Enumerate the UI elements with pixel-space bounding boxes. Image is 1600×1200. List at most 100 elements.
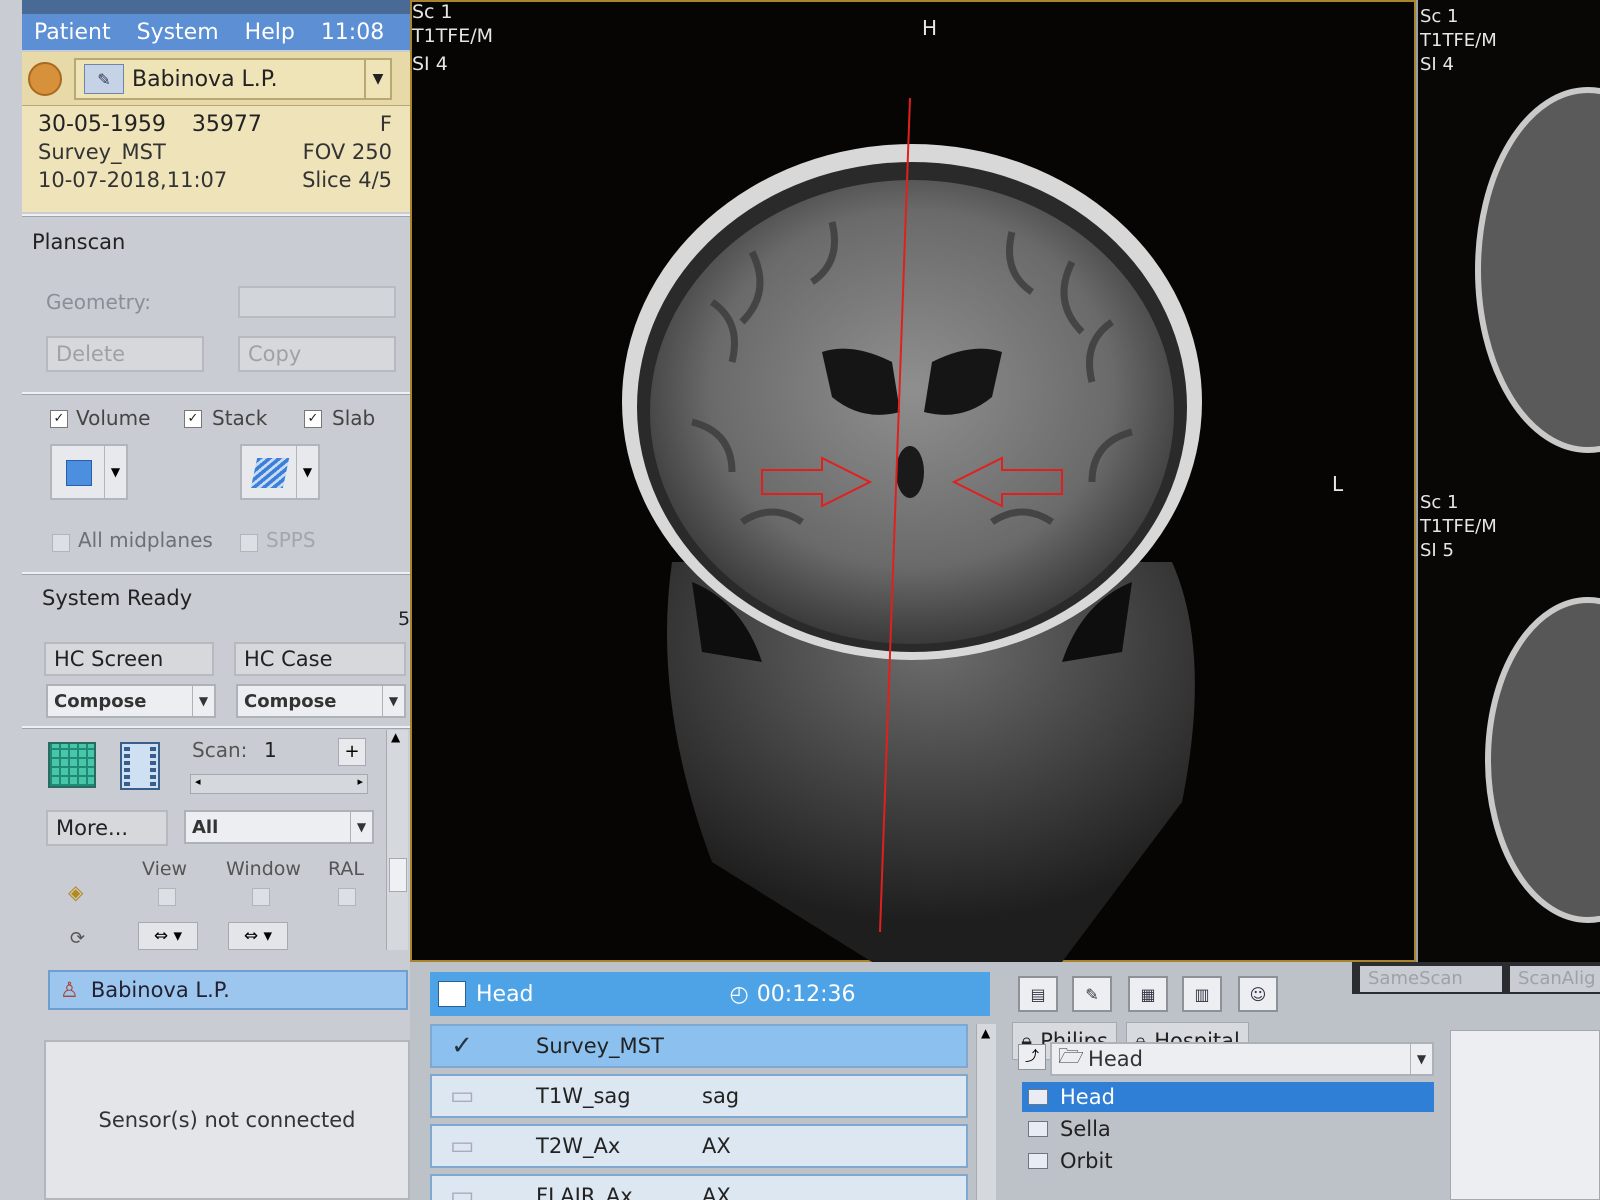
chevron-up-icon[interactable]: ▲ bbox=[391, 730, 400, 744]
slab-checkbox[interactable]: ✓ bbox=[304, 410, 322, 428]
chevron-down-icon[interactable]: ▼ bbox=[192, 686, 214, 716]
folder-icon: 🗁︎ bbox=[1058, 1043, 1085, 1068]
menu-system[interactable]: System bbox=[137, 20, 219, 45]
ral-checkbox[interactable] bbox=[338, 888, 356, 906]
chevron-down-icon[interactable]: ▼ bbox=[364, 60, 390, 98]
scan-value: 1 bbox=[264, 738, 277, 762]
toolbar-layout-icon[interactable]: ▦ bbox=[1128, 976, 1168, 1012]
scan-name: Survey_MST bbox=[536, 1034, 664, 1058]
scan-increment-button[interactable]: + bbox=[338, 738, 366, 766]
scan-align-button[interactable]: ScanAlig bbox=[1510, 966, 1600, 992]
volume-checkbox[interactable]: ✓ bbox=[50, 410, 68, 428]
active-patient-name: Babinova L.P. bbox=[90, 978, 230, 1002]
chevron-down-icon[interactable]: ▼ bbox=[104, 446, 126, 498]
divider bbox=[22, 392, 414, 395]
pending-icon: ▭ bbox=[449, 1081, 475, 1111]
scan-row[interactable]: ▭ FLAIR_Ax AX bbox=[430, 1174, 968, 1200]
menu-help[interactable]: Help bbox=[245, 20, 295, 45]
scroll-thumb[interactable] bbox=[389, 858, 407, 892]
more-button[interactable]: More... bbox=[46, 810, 168, 846]
patient-dob: 30-05-1959 bbox=[38, 112, 166, 137]
chevron-up-icon[interactable]: ▲ bbox=[981, 1026, 990, 1040]
hc-screen-button[interactable]: HC Screen bbox=[44, 642, 214, 676]
pending-icon: ▭ bbox=[449, 1181, 475, 1200]
volume-shape-select[interactable]: ▼ bbox=[50, 444, 128, 500]
stack-checkbox[interactable]: ✓ bbox=[184, 410, 202, 428]
patient-info: 30-05-1959 35977 F Survey_MST FOV 250 10-… bbox=[22, 106, 410, 212]
exam-timer: 00:12:36 bbox=[756, 981, 856, 1007]
active-patient-bar[interactable]: ♙ Babinova L.P. bbox=[48, 970, 408, 1010]
filter-select[interactable]: All ▼ bbox=[184, 810, 374, 844]
rotate-icon[interactable]: ⟳ bbox=[70, 928, 85, 949]
view-arrows-select[interactable]: ⇔ ▾ bbox=[138, 922, 198, 950]
scan-scrollbar[interactable]: ◂ ▸ bbox=[190, 774, 368, 794]
thumb-top-sc: Sc 1 bbox=[1420, 6, 1459, 27]
all-midplanes-checkbox[interactable] bbox=[52, 534, 70, 552]
ral-label: RAL bbox=[328, 858, 365, 880]
viewer-si: SI 4 bbox=[412, 53, 448, 75]
filter-value: All bbox=[192, 816, 219, 838]
toolbar-person-icon[interactable]: ☺ bbox=[1238, 976, 1278, 1012]
divider bbox=[22, 214, 414, 217]
pointer-icon[interactable]: ◈ bbox=[68, 880, 83, 904]
tree-item-label: Sella bbox=[1060, 1117, 1111, 1141]
check-icon: ✓ bbox=[451, 1031, 473, 1061]
window-label: Window bbox=[226, 858, 301, 880]
menu-patient[interactable]: Patient bbox=[34, 20, 111, 45]
mri-console: Patient System Help 11:08 ✎ Babinova L.P… bbox=[0, 0, 1600, 1200]
exam-scrollbar[interactable]: ▲ bbox=[976, 1024, 996, 1200]
exam-area: Head ◴ 00:12:36 ✓ Survey_MST ▭ T1W_sag s… bbox=[410, 962, 1600, 1200]
folder-select[interactable]: 🗁︎ Head ▼ bbox=[1050, 1042, 1434, 1076]
chevron-down-icon[interactable]: ▼ bbox=[382, 686, 404, 716]
window-checkbox[interactable] bbox=[252, 888, 270, 906]
scan-name: FLAIR_Ax bbox=[536, 1184, 633, 1200]
slab-label: Slab bbox=[332, 406, 376, 430]
hc-case-select[interactable]: Compose ▼ bbox=[236, 684, 406, 718]
patient-name: Babinova L.P. bbox=[132, 66, 278, 92]
square-icon bbox=[66, 460, 92, 486]
tree-item-label: Head bbox=[1060, 1085, 1115, 1109]
mri-coronal-image bbox=[622, 97, 1202, 962]
geometry-input[interactable] bbox=[238, 286, 396, 318]
copy-button[interactable]: Copy bbox=[238, 336, 396, 372]
delete-button[interactable]: Delete bbox=[46, 336, 204, 372]
status-count: 5 bbox=[398, 608, 411, 630]
toolbar-table-icon[interactable]: ▤ bbox=[1018, 976, 1058, 1012]
list-icon bbox=[438, 981, 466, 1007]
scan-row[interactable]: ▭ T2W_Ax AX bbox=[430, 1124, 968, 1168]
chevron-left-icon[interactable]: ◂ bbox=[195, 775, 201, 788]
toolbar-edit-icon[interactable]: ✎ bbox=[1072, 976, 1112, 1012]
grid-layout-icon[interactable] bbox=[48, 742, 96, 788]
same-scan-button[interactable]: SameScan bbox=[1360, 966, 1502, 992]
chevron-down-icon[interactable]: ▼ bbox=[1410, 1044, 1432, 1074]
patient-select[interactable]: ✎ Babinova L.P. ▼ bbox=[74, 58, 392, 100]
film-icon[interactable] bbox=[120, 742, 160, 790]
hc-screen-select[interactable]: Compose ▼ bbox=[46, 684, 216, 718]
folder-up-icon[interactable]: ⤴ bbox=[1018, 1044, 1046, 1070]
hc-screen-value: Compose bbox=[54, 690, 147, 712]
tree-item-head[interactable]: Head bbox=[1022, 1082, 1434, 1112]
chevron-down-icon[interactable]: ▼ bbox=[350, 812, 372, 842]
patient-figure-icon: ♙ bbox=[60, 978, 79, 1002]
hc-case-button[interactable]: HC Case bbox=[234, 642, 406, 676]
brain-tissue bbox=[650, 180, 1174, 644]
scan-row[interactable]: ✓ Survey_MST bbox=[430, 1024, 968, 1068]
patient-id: 35977 bbox=[191, 112, 262, 137]
patient-action-button[interactable] bbox=[28, 62, 62, 96]
scan-row[interactable]: ▭ T1W_sag sag bbox=[430, 1074, 968, 1118]
slice-indicator: Slice 4/5 bbox=[302, 168, 392, 192]
tree-item-orbit[interactable]: Orbit bbox=[1022, 1146, 1442, 1176]
window-arrows-select[interactable]: ⇔ ▾ bbox=[228, 922, 288, 950]
secondary-viewport[interactable]: Sc 1 T1TFE/M SI 4 Sc 1 T1TFE/M SI 5 bbox=[1418, 0, 1600, 962]
chevron-down-icon[interactable]: ▼ bbox=[296, 446, 318, 498]
panel-scrollbar[interactable]: ▲ bbox=[386, 730, 408, 950]
toolbar-columns-icon[interactable]: ▥ bbox=[1182, 976, 1222, 1012]
image-viewport[interactable]: Sc 1 T1TFE/M SI 4 H L bbox=[410, 0, 1416, 962]
view-checkbox[interactable] bbox=[158, 888, 176, 906]
spps-checkbox[interactable] bbox=[240, 534, 258, 552]
chevron-right-icon[interactable]: ▸ bbox=[357, 775, 363, 788]
tree-item-sella[interactable]: Sella bbox=[1022, 1114, 1442, 1144]
slab-shape-select[interactable]: ▼ bbox=[240, 444, 320, 500]
list-icon bbox=[1028, 1121, 1048, 1137]
folder-name: Head bbox=[1088, 1047, 1143, 1071]
